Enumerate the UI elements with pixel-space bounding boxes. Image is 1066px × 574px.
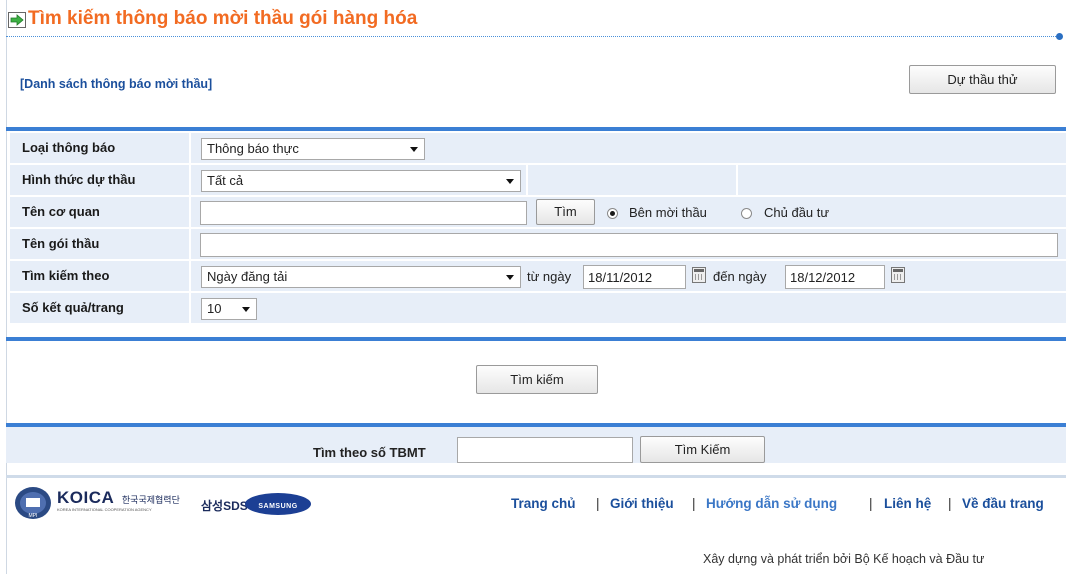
notice-type-value: Thông báo thực [207, 141, 299, 156]
radio-investor-label: Chủ đầu tư [764, 205, 830, 220]
agency-label: Tên cơ quan [10, 197, 191, 227]
samsung-logo: SAMSUNG [245, 493, 311, 515]
tbmt-input[interactable] [457, 437, 633, 463]
nav-separator: | [692, 496, 696, 511]
tbmt-label: Tìm theo số TBMT [313, 445, 426, 460]
row-search-by: Tìm kiếm theo Ngày đăng tải từ ngày đến … [10, 261, 1066, 293]
form-bottom-band [6, 337, 1066, 341]
mpi-logo: MPI [14, 486, 52, 523]
row-divider [736, 165, 738, 195]
row-bid-form: Hình thức dự thầu Tất cả [10, 165, 1066, 197]
row-notice-type: Loại thông báo Thông báo thực [10, 133, 1066, 165]
from-date-label: từ ngày [527, 269, 572, 284]
bid-form-select[interactable]: Tất cả [201, 170, 521, 192]
title-divider [6, 36, 1060, 37]
row-agency: Tên cơ quan Tìm Bên mời thầu Chủ đầu tư [10, 197, 1066, 229]
nav-separator: | [596, 496, 600, 511]
nav-home[interactable]: Trang chủ [511, 496, 576, 511]
chevron-down-icon [506, 275, 514, 280]
trial-bid-button[interactable]: Dự thầu thử [909, 65, 1056, 94]
footer-divider [6, 475, 1066, 478]
search-by-label: Tìm kiếm theo [10, 261, 191, 291]
row-divider [526, 165, 528, 195]
nav-separator: | [948, 496, 952, 511]
package-name-label: Tên gói thầu [10, 229, 191, 259]
page-title: Tìm kiếm thông báo mời thầu gói hàng hóa [28, 8, 418, 29]
row-package-name: Tên gói thầu [10, 229, 1066, 261]
row-results-per-page: Số kết quả/trang 10 [10, 293, 1066, 325]
nav-separator: | [869, 496, 873, 511]
radio-inviting-party-label: Bên mời thầu [629, 205, 707, 220]
agency-search-button[interactable]: Tìm [536, 199, 595, 225]
samsung-wordmark: SAMSUNG [258, 503, 298, 510]
koica-subtitle: KOREA INTERNATIONAL COOPERATION AGENCY [57, 507, 152, 512]
bid-form-value: Tất cả [207, 173, 244, 188]
search-button[interactable]: Tìm kiếm [476, 365, 598, 394]
chevron-down-icon [410, 147, 418, 152]
notice-list-link[interactable]: [Danh sách thông báo mời thầu] [20, 77, 212, 91]
chevron-down-icon [506, 179, 514, 184]
tbmt-search-bar: Tìm theo số TBMT Tìm Kiếm [6, 427, 1066, 463]
bid-form-label: Hình thức dự thầu [10, 165, 191, 195]
koica-wordmark: KOICA [57, 488, 115, 507]
nav-about[interactable]: Giới thiệu [610, 496, 674, 511]
results-per-page-value: 10 [207, 301, 222, 316]
tbmt-search-button[interactable]: Tìm Kiếm [640, 436, 765, 463]
koica-logo: KOICA 한국국제협력단 KOREA INTERNATIONAL COOPER… [57, 488, 180, 512]
package-name-input[interactable] [200, 233, 1058, 257]
samsung-sds-logo: 삼성SDS [201, 499, 248, 513]
from-date-input[interactable] [583, 265, 686, 289]
search-by-value: Ngày đăng tải [207, 269, 288, 284]
results-per-page-label: Số kết quả/trang [10, 293, 191, 323]
form-top-band [6, 127, 1066, 131]
calendar-icon[interactable] [891, 267, 905, 283]
agency-input[interactable] [200, 201, 527, 225]
notice-type-label: Loại thông báo [10, 133, 191, 163]
page-header: Tìm kiếm thông báo mời thầu gói hàng hóa [6, 8, 1066, 38]
mpi-emblem-icon: MPI [15, 487, 51, 519]
chevron-down-icon [242, 307, 250, 312]
arrow-right-icon [8, 12, 26, 28]
nav-contact[interactable]: Liên hệ [884, 496, 931, 511]
results-per-page-select[interactable]: 10 [201, 298, 257, 320]
title-divider-dot [1056, 33, 1063, 40]
nav-user-guide[interactable]: Hướng dẫn sử dụng [706, 496, 837, 511]
svg-text:MPI: MPI [29, 513, 38, 519]
search-by-select[interactable]: Ngày đăng tải [201, 266, 521, 288]
notice-type-select[interactable]: Thông báo thực [201, 138, 425, 160]
footer-credit: Xây dựng và phát triển bởi Bộ Kế hoạch v… [703, 552, 985, 566]
to-date-input[interactable] [785, 265, 885, 289]
nav-back-to-top[interactable]: Về đầu trang [962, 496, 1044, 511]
to-date-label: đến ngày [713, 269, 767, 284]
calendar-icon[interactable] [692, 267, 706, 283]
radio-investor[interactable] [741, 208, 752, 219]
radio-inviting-party[interactable] [607, 208, 618, 219]
koica-korean-name: 한국국제협력단 [121, 495, 180, 505]
